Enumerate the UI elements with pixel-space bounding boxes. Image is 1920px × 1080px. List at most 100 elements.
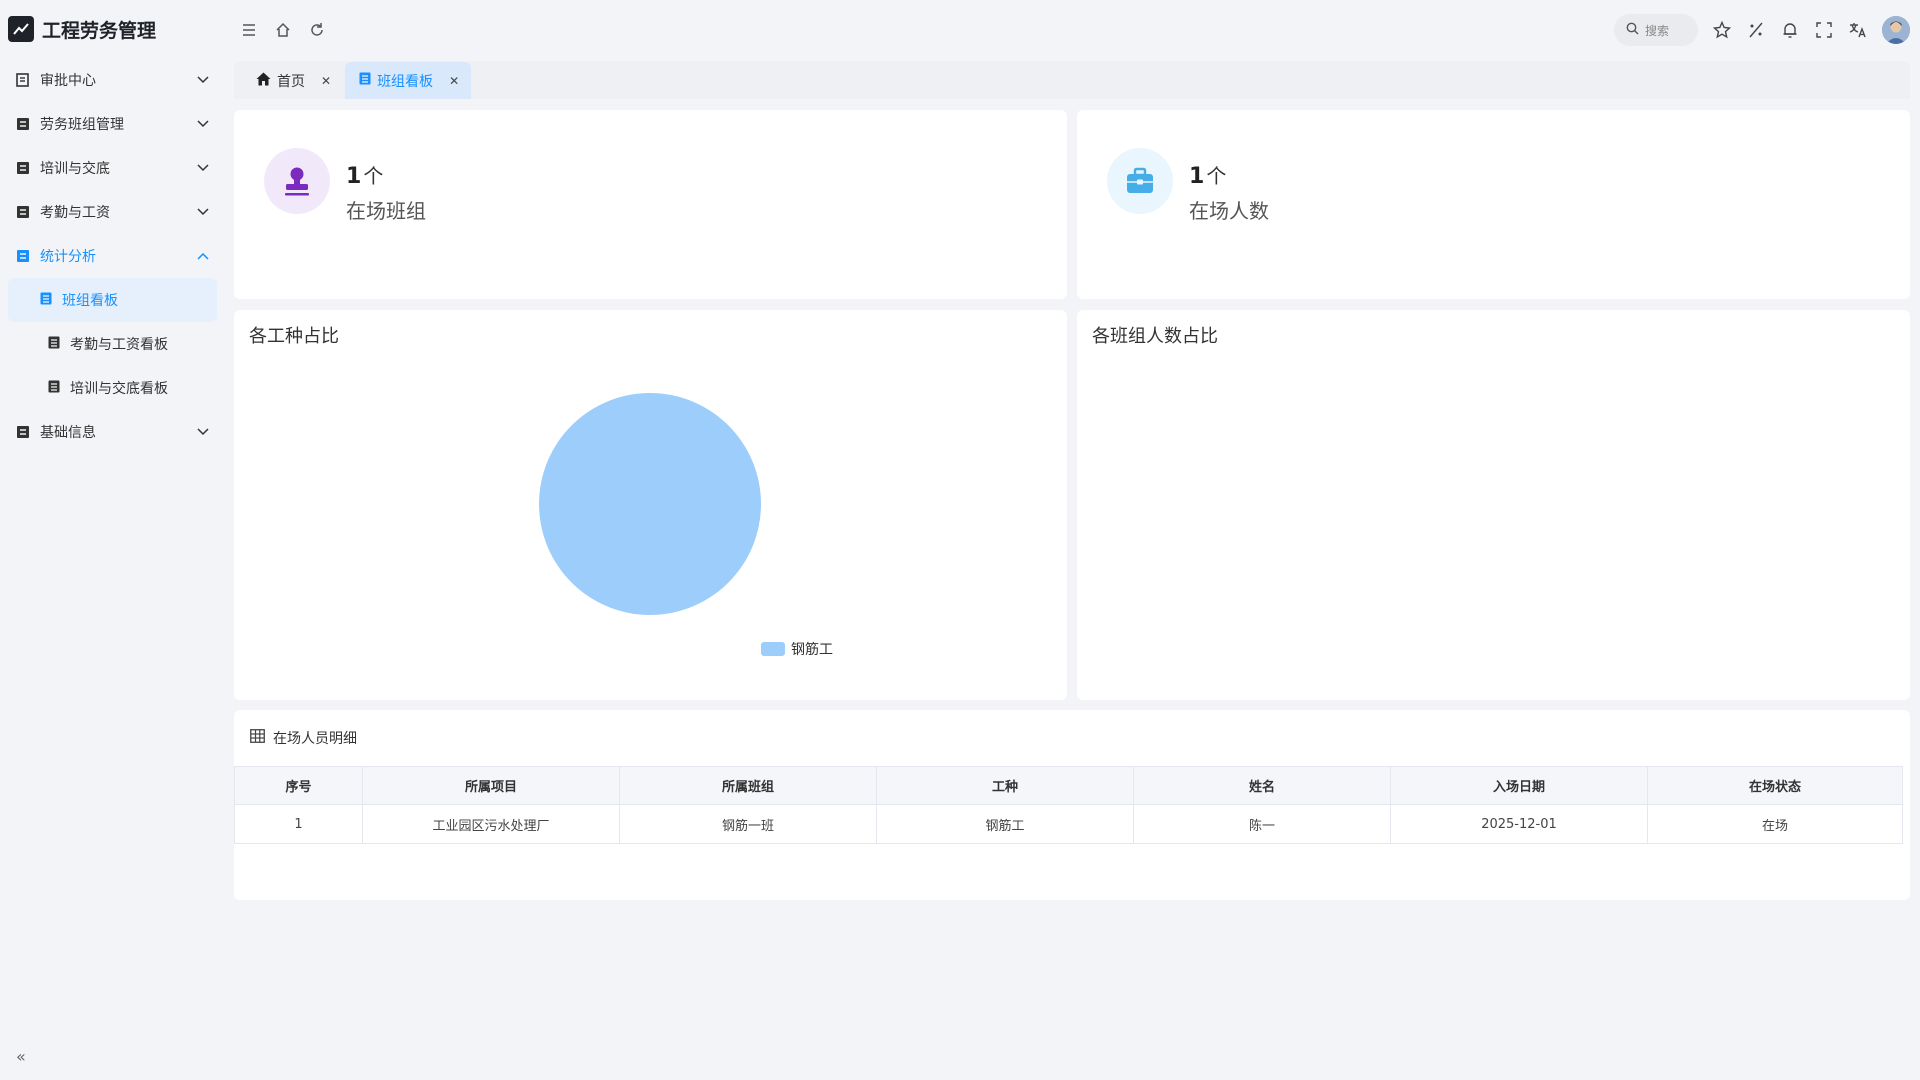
chart-card-work-types: 各工种占比 钢筋工 (234, 310, 1067, 700)
home-icon (256, 72, 271, 90)
chart-title: 各班组人数占比 (1092, 326, 1218, 347)
theme-icon[interactable] (1746, 20, 1766, 40)
close-icon[interactable]: ✕ (449, 74, 459, 88)
sidebar-item-label: 考勤与工资 (40, 205, 110, 221)
collapse-sidebar-icon[interactable]: « (16, 1047, 26, 1066)
chevron-down-icon (197, 160, 209, 176)
search-input[interactable]: 搜索 (1614, 14, 1698, 46)
column-header[interactable]: 工种 (876, 766, 1134, 805)
sidebar-subitem-training-board[interactable]: 培训与交底看板 (8, 366, 217, 410)
top-header: 搜索 (225, 0, 1920, 60)
table-cell: 钢筋一班 (619, 804, 877, 844)
sidebar-item-basic-info[interactable]: 基础信息 (0, 410, 225, 454)
toolbox-icon (1107, 148, 1173, 214)
app-title: 工程劳务管理 (42, 19, 157, 42)
list-icon (16, 249, 30, 263)
document-icon (40, 292, 52, 309)
chevron-down-icon (197, 72, 209, 88)
table-title: 在场人员明细 (273, 731, 357, 747)
chart-card-team-people: 各班组人数占比 (1077, 310, 1910, 700)
search-placeholder: 搜索 (1645, 23, 1670, 38)
stat-card-teams: 1个 在场班组 (234, 110, 1067, 299)
table-header-row: 序号 所属项目 所属班组 工种 姓名 入场日期 在场状态 (234, 766, 1903, 805)
document-icon (359, 72, 371, 89)
table-row[interactable]: 1 工业园区污水处理厂 钢筋一班 钢筋工 陈一 2025-12-01 在场 (234, 804, 1903, 844)
sidebar-item-training[interactable]: 培训与交底 (0, 146, 225, 190)
list-icon (16, 425, 30, 439)
tab-label: 班组看板 (377, 73, 434, 90)
stat-value-row: 1个 (346, 160, 426, 189)
refresh-icon[interactable] (307, 20, 327, 40)
list-icon (16, 161, 30, 175)
sidebar-item-label: 统计分析 (40, 249, 96, 265)
document-icon (48, 336, 60, 353)
stat-card-people: 1个 在场人数 (1077, 110, 1910, 299)
chevron-down-icon (197, 116, 209, 132)
column-header[interactable]: 序号 (234, 766, 363, 805)
sidebar-item-label: 审批中心 (40, 73, 96, 89)
table-cell: 陈一 (1133, 804, 1391, 844)
pie-slice[interactable] (539, 393, 761, 615)
column-header[interactable]: 所属班组 (619, 766, 877, 805)
star-icon[interactable] (1712, 20, 1732, 40)
pie-chart: 钢筋工 (539, 393, 833, 658)
translate-icon[interactable] (1848, 20, 1868, 40)
sidebar-subitem-label: 培训与交底看板 (70, 381, 168, 397)
sidebar-item-attendance[interactable]: 考勤与工资 (0, 190, 225, 234)
sidebar-item-label: 培训与交底 (40, 161, 110, 177)
table-grid-icon (250, 729, 265, 747)
chart-logo-icon (8, 16, 34, 42)
sidebar-subitem-label: 考勤与工资看板 (70, 337, 168, 353)
table-cell: 工业园区污水处理厂 (362, 804, 620, 844)
column-header[interactable]: 姓名 (1133, 766, 1391, 805)
list-icon (16, 117, 30, 131)
stat-value: 1 (346, 164, 362, 189)
list-icon (16, 205, 30, 219)
tab-bar: 首页 ✕ 班组看板 ✕ (234, 61, 1910, 99)
stat-unit: 个 (1206, 164, 1227, 188)
close-icon[interactable]: ✕ (321, 74, 331, 88)
column-header[interactable]: 所属项目 (362, 766, 620, 805)
sidebar-item-labor-team[interactable]: 劳务班组管理 (0, 102, 225, 146)
sidebar-item-label: 基础信息 (40, 425, 96, 441)
table-cell: 1 (234, 804, 363, 844)
stat-label: 在场班组 (346, 199, 426, 223)
chevron-down-icon (197, 424, 209, 440)
column-header[interactable]: 入场日期 (1390, 766, 1648, 805)
fullscreen-icon[interactable] (1814, 20, 1834, 40)
sidebar-item-statistics[interactable]: 统计分析 (0, 234, 225, 278)
table-cell: 钢筋工 (876, 804, 1134, 844)
bell-icon[interactable] (1780, 20, 1800, 40)
avatar[interactable] (1882, 16, 1910, 44)
tab-label: 首页 (277, 73, 305, 90)
document-icon (48, 380, 60, 397)
stat-value: 1 (1189, 164, 1205, 189)
menu-toggle-icon[interactable] (239, 20, 259, 40)
staff-table-card: 在场人员明细 序号 所属项目 所属班组 工种 姓名 入场日期 在场状态 1 工业… (234, 710, 1910, 900)
sidebar: 工程劳务管理 审批中心 劳务班组管理 培训与交底 考勤与工资 统计分析 班组看板… (0, 0, 225, 1080)
stat-value-row: 1个 (1189, 160, 1269, 189)
legend-swatch[interactable] (761, 642, 785, 656)
staff-table: 序号 所属项目 所属班组 工种 姓名 入场日期 在场状态 1 工业园区污水处理厂… (234, 766, 1903, 844)
table-cell: 在场 (1647, 804, 1903, 844)
table-cell: 2025-12-01 (1390, 804, 1648, 844)
sidebar-subitem-team-board[interactable]: 班组看板 (8, 278, 217, 322)
brand: 工程劳务管理 (0, 0, 225, 58)
legend-label[interactable]: 钢筋工 (791, 641, 833, 658)
sidebar-subitem-label: 班组看板 (62, 293, 118, 309)
sidebar-item-label: 劳务班组管理 (40, 117, 124, 133)
column-header[interactable]: 在场状态 (1647, 766, 1903, 805)
search-icon (1626, 22, 1639, 38)
chevron-up-icon (197, 248, 209, 264)
table-header: 在场人员明细 (234, 710, 1910, 766)
stat-unit: 个 (363, 164, 384, 188)
home-icon[interactable] (273, 20, 293, 40)
chevron-down-icon (197, 204, 209, 220)
stat-label: 在场人数 (1189, 199, 1269, 223)
tab-team-board[interactable]: 班组看板 ✕ (345, 62, 472, 99)
sidebar-subitem-attendance-board[interactable]: 考勤与工资看板 (8, 322, 217, 366)
sidebar-item-approval[interactable]: 审批中心 (0, 58, 225, 102)
stamp-icon (264, 148, 330, 214)
approval-icon (16, 73, 30, 87)
tab-home[interactable]: 首页 ✕ (242, 62, 343, 99)
